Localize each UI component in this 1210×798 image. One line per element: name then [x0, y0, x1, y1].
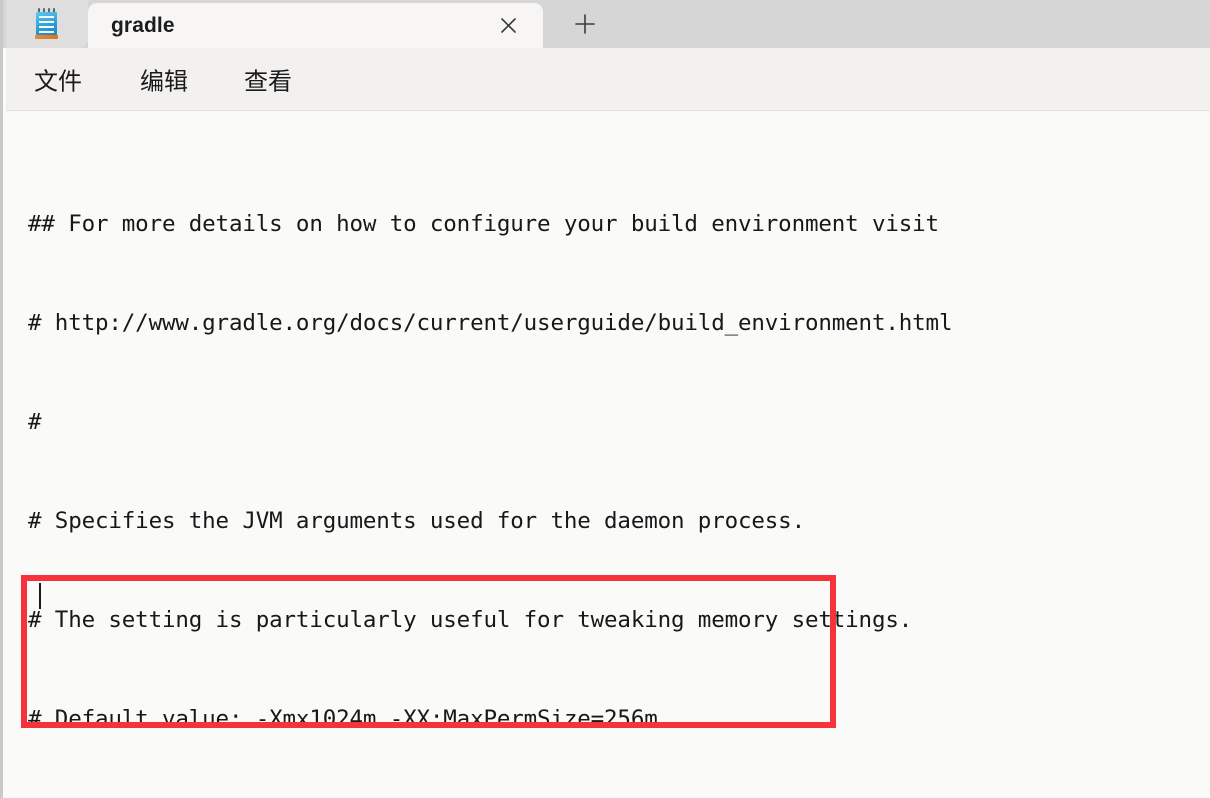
menu-item-file[interactable]: 文件 [28, 60, 88, 99]
text-editor-area[interactable]: ## For more details on how to configure … [6, 112, 1210, 798]
notepad-icon [34, 8, 60, 40]
app-icon-chip [6, 0, 88, 48]
notepad-window: gradle 文件 编辑 查看 ## For more details on h… [0, 0, 1210, 798]
editor-line: # Specifies the JVM arguments used for t… [28, 508, 805, 534]
close-icon[interactable] [493, 11, 523, 41]
menu-item-edit[interactable]: 编辑 [134, 60, 194, 99]
new-tab-button[interactable] [548, 0, 622, 48]
editor-line: # Default value: -Xmx1024m -XX:MaxPermSi… [28, 706, 658, 732]
titlebar: gradle [3, 0, 1210, 48]
editor-line: # http://www.gradle.org/docs/current/use… [28, 310, 953, 336]
menubar: 文件 编辑 查看 [6, 48, 1210, 111]
tab-gradle[interactable]: gradle [88, 3, 543, 48]
text-caret [39, 583, 41, 609]
editor-line: # The setting is particularly useful for… [28, 607, 913, 633]
tab-label: gradle [111, 13, 175, 37]
editor-line: ## For more details on how to configure … [28, 211, 939, 237]
editor-line: # [28, 409, 42, 435]
menu-item-view[interactable]: 查看 [238, 60, 298, 99]
editor-content: ## For more details on how to configure … [28, 142, 1210, 798]
